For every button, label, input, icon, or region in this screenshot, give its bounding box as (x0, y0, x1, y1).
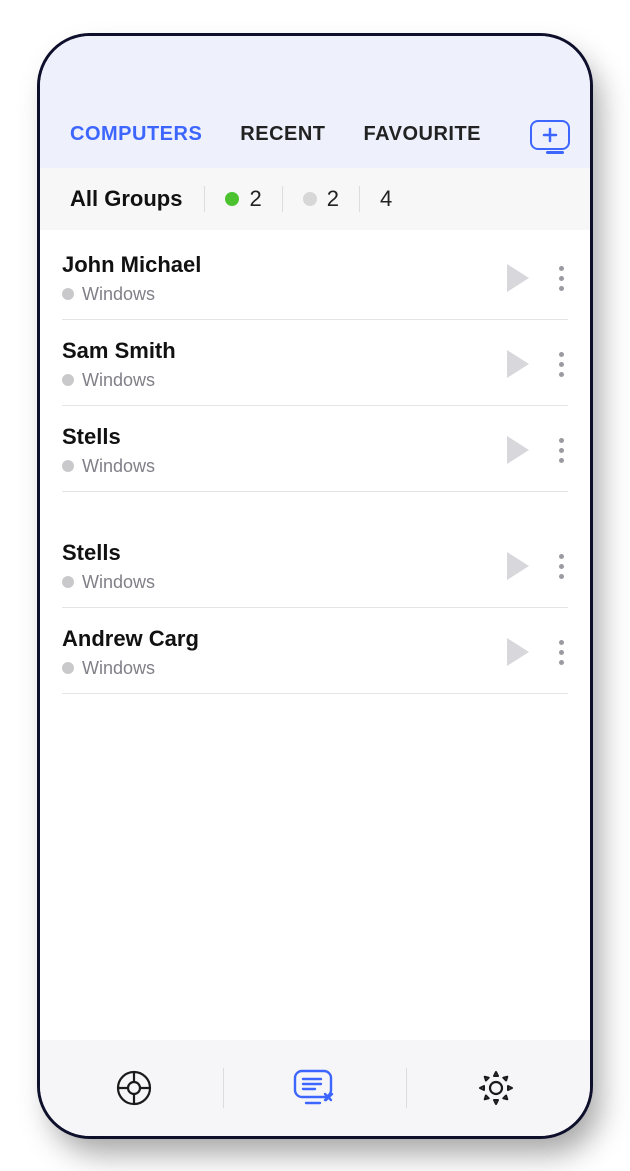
stat-offline-count: 2 (327, 186, 339, 212)
list-item[interactable]: Stells Windows (62, 522, 568, 608)
connect-play-icon[interactable] (507, 638, 529, 666)
nav-divider (223, 1068, 224, 1108)
computer-os: Windows (62, 658, 507, 679)
tab-computers[interactable]: COMPUTERS (70, 123, 202, 146)
tab-bar: COMPUTERS RECENT FAVOURITE (40, 106, 590, 168)
os-label: Windows (82, 572, 155, 593)
computer-name: John Michael (62, 252, 507, 278)
nav-settings-button[interactable] (476, 1068, 516, 1108)
groups-summary-bar: All Groups 2 2 4 (40, 168, 590, 230)
more-options-button[interactable] (555, 550, 568, 583)
stat-offline: 2 (283, 186, 360, 212)
connect-play-icon[interactable] (507, 552, 529, 580)
more-options-button[interactable] (555, 262, 568, 295)
plus-icon (542, 127, 558, 143)
tab-favourite[interactable]: FAVOURITE (364, 123, 481, 146)
status-dot-icon (62, 460, 74, 472)
lifebuoy-icon (114, 1068, 154, 1108)
computer-name: Andrew Carg (62, 626, 507, 652)
status-dot-online-icon (225, 192, 239, 206)
add-computer-button[interactable] (530, 120, 570, 150)
status-dot-offline-icon (303, 192, 317, 206)
nav-computers-button[interactable] (292, 1067, 338, 1109)
os-label: Windows (82, 284, 155, 305)
nav-divider (406, 1068, 407, 1108)
computer-name: Stells (62, 424, 507, 450)
computer-os: Windows (62, 456, 507, 477)
stat-online-count: 2 (249, 186, 261, 212)
nav-support-button[interactable] (114, 1068, 154, 1108)
connect-play-icon[interactable] (507, 264, 529, 292)
list-item[interactable]: Sam Smith Windows (62, 320, 568, 406)
status-dot-icon (62, 662, 74, 674)
monitor-list-icon (292, 1067, 338, 1109)
status-dot-icon (62, 576, 74, 588)
bottom-nav (40, 1040, 590, 1136)
stat-online: 2 (205, 186, 282, 212)
list-item[interactable]: John Michael Windows (62, 234, 568, 320)
computer-os: Windows (62, 572, 507, 593)
computer-os: Windows (62, 284, 507, 305)
list-item[interactable]: Andrew Carg Windows (62, 608, 568, 694)
header-area: COMPUTERS RECENT FAVOURITE (40, 36, 590, 168)
gear-icon (476, 1068, 516, 1108)
more-options-button[interactable] (555, 636, 568, 669)
computers-list[interactable]: John Michael Windows Sam Smith Windows (40, 230, 590, 1040)
status-dot-icon (62, 288, 74, 300)
list-item[interactable]: Stells Windows (62, 406, 568, 492)
computer-os: Windows (62, 370, 507, 391)
computer-name: Stells (62, 540, 507, 566)
stat-total: 4 (360, 186, 412, 212)
tab-recent[interactable]: RECENT (240, 123, 325, 146)
app-screen: COMPUTERS RECENT FAVOURITE All Groups 2 … (40, 36, 590, 1136)
more-options-button[interactable] (555, 434, 568, 467)
more-options-button[interactable] (555, 348, 568, 381)
computer-name: Sam Smith (62, 338, 507, 364)
groups-title[interactable]: All Groups (70, 186, 205, 212)
os-label: Windows (82, 456, 155, 477)
os-label: Windows (82, 658, 155, 679)
status-dot-icon (62, 374, 74, 386)
connect-play-icon[interactable] (507, 350, 529, 378)
os-label: Windows (82, 370, 155, 391)
list-gap (62, 492, 568, 522)
connect-play-icon[interactable] (507, 436, 529, 464)
